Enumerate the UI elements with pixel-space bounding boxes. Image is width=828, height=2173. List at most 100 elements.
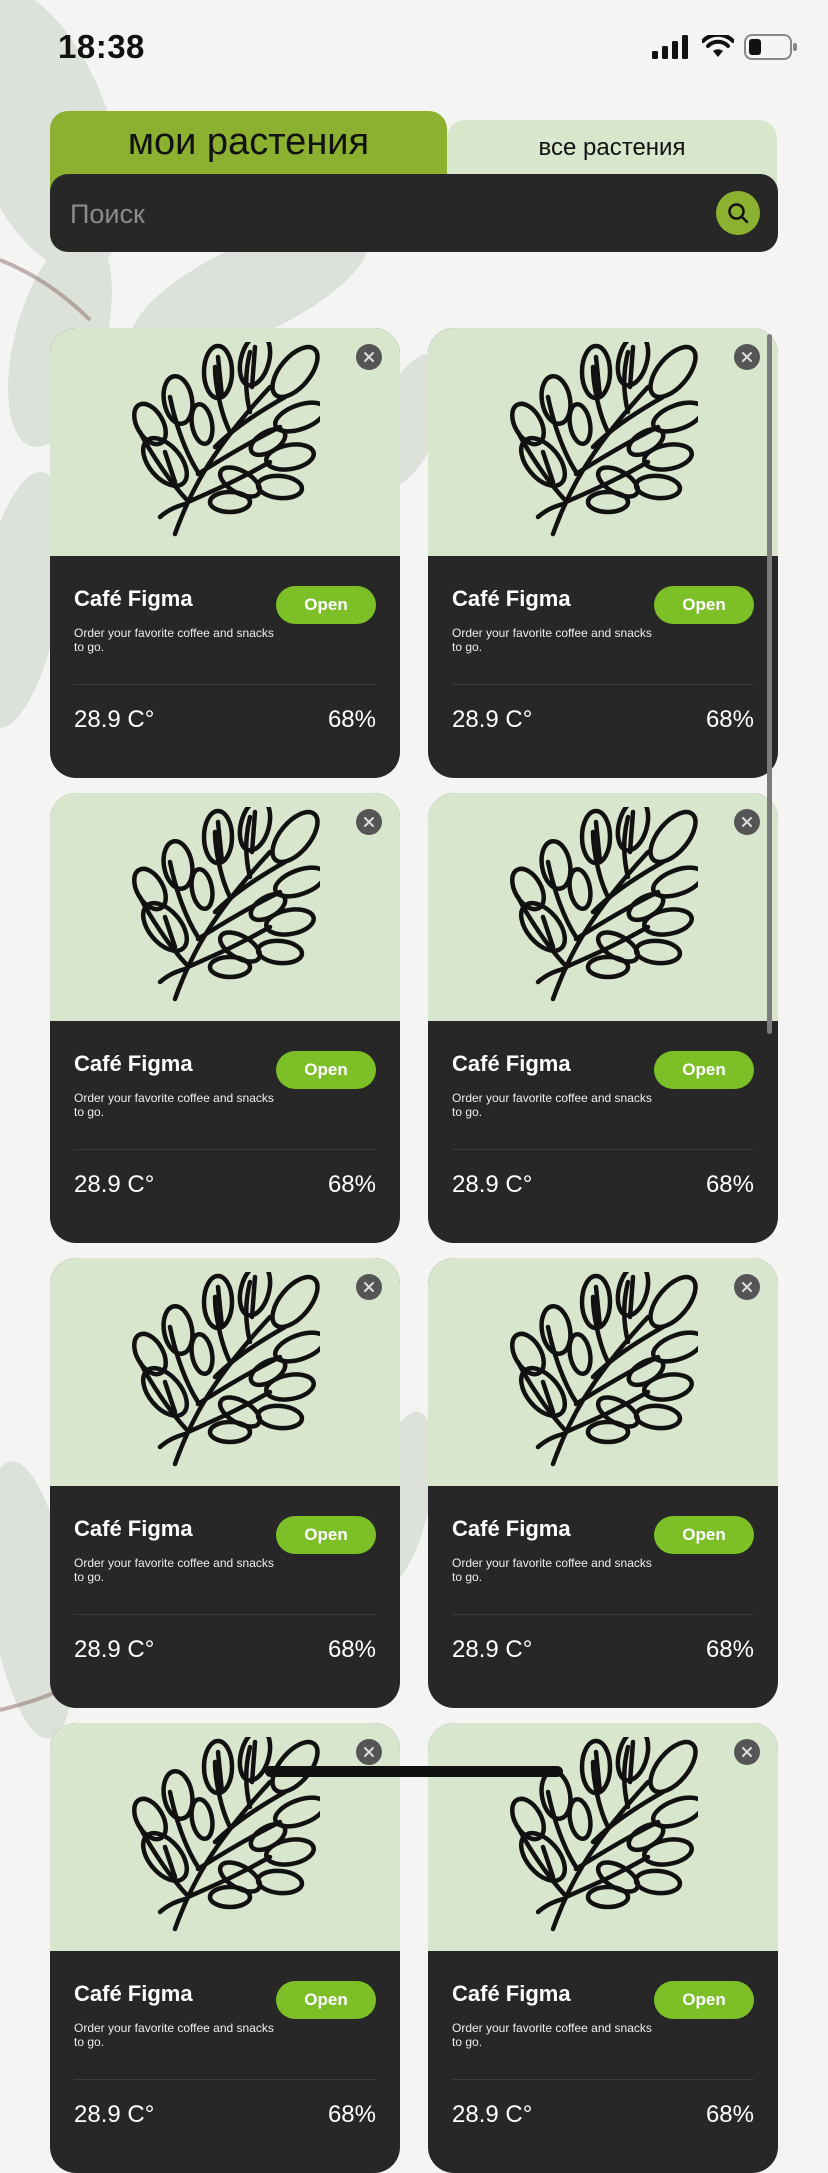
- plant-title: Café Figma: [74, 586, 193, 611]
- remove-card-button[interactable]: [734, 344, 760, 370]
- plant-title: Café Figma: [74, 1981, 193, 2006]
- tab-my-plants-label: мои растения: [127, 120, 370, 163]
- home-indicator: [265, 1766, 563, 1777]
- open-button[interactable]: Open: [276, 586, 376, 624]
- temperature-value: 28.9 C°: [452, 2101, 533, 2128]
- wifi-icon: [702, 35, 734, 57]
- humidity-value: 68%: [327, 2101, 376, 2128]
- humidity-value: 68%: [327, 706, 376, 733]
- remove-card-button[interactable]: [356, 344, 382, 370]
- humidity-value: 68%: [327, 1171, 376, 1198]
- plant-description: Order your favorite coffee and snacks to…: [452, 1556, 652, 1584]
- close-icon: [364, 1747, 374, 1757]
- remove-card-button[interactable]: [356, 1274, 382, 1300]
- plant-card-info: Café Figma Order your favorite coffee an…: [50, 556, 400, 778]
- plant-description: Order your favorite coffee and snacks to…: [74, 2021, 274, 2049]
- plant-description: Order your favorite coffee and snacks to…: [452, 2021, 652, 2049]
- search-input[interactable]: [68, 190, 672, 238]
- plant-title: Café Figma: [452, 586, 571, 611]
- plant-icon: [132, 342, 320, 537]
- card-divider: [74, 1149, 376, 1150]
- plant-description: Order your favorite coffee and snacks to…: [74, 626, 274, 654]
- temperature-value: 28.9 C°: [452, 1636, 533, 1663]
- card-divider: [74, 2079, 376, 2080]
- plants-grid: Café Figma Order your favorite coffee an…: [50, 328, 778, 2173]
- temperature-value: 28.9 C°: [74, 706, 155, 733]
- open-button[interactable]: Open: [654, 1516, 754, 1554]
- plant-image-area: [50, 1723, 400, 1951]
- humidity-value: 68%: [327, 1636, 376, 1663]
- close-icon: [742, 1747, 752, 1757]
- search-icon: [728, 203, 749, 224]
- card-divider: [452, 1614, 754, 1615]
- plant-card-7[interactable]: Café Figma Order your favorite coffee an…: [50, 1723, 400, 2173]
- plant-image-area: [428, 328, 778, 556]
- plant-icon: [132, 1272, 320, 1467]
- humidity-value: 68%: [705, 706, 754, 733]
- plant-description: Order your favorite coffee and snacks to…: [74, 1556, 274, 1584]
- temperature-value: 28.9 C°: [452, 706, 533, 733]
- close-icon: [742, 352, 752, 362]
- tab-all-plants-label: все растения: [538, 134, 686, 161]
- plant-image-area: [50, 328, 400, 556]
- plant-title: Café Figma: [452, 1051, 571, 1076]
- close-icon: [742, 1282, 752, 1292]
- card-divider: [452, 684, 754, 685]
- plant-title: Café Figma: [452, 1981, 571, 2006]
- search-button[interactable]: [716, 191, 760, 235]
- humidity-value: 68%: [705, 1171, 754, 1198]
- plant-card-1[interactable]: Café Figma Order your favorite coffee an…: [50, 328, 400, 778]
- plant-description: Order your favorite coffee and snacks to…: [452, 1091, 652, 1119]
- open-button[interactable]: Open: [276, 1051, 376, 1089]
- status-time: 18:38: [58, 28, 145, 65]
- plant-icon: [132, 807, 320, 1002]
- signal-icon: [652, 35, 688, 59]
- search-bar: [50, 174, 778, 252]
- temperature-value: 28.9 C°: [452, 1171, 533, 1198]
- scrollbar[interactable]: [767, 334, 772, 1034]
- plant-card-info: Café Figma Order your favorite coffee an…: [428, 1951, 778, 2173]
- remove-card-button[interactable]: [734, 1274, 760, 1300]
- status-icons: [652, 34, 798, 60]
- plant-icon: [510, 1272, 698, 1467]
- plant-card-info: Café Figma Order your favorite coffee an…: [50, 1021, 400, 1243]
- plant-title: Café Figma: [74, 1516, 193, 1541]
- plant-card-info: Café Figma Order your favorite coffee an…: [50, 1951, 400, 2173]
- plant-card-2[interactable]: Café Figma Order your favorite coffee an…: [428, 328, 778, 778]
- plant-card-5[interactable]: Café Figma Order your favorite coffee an…: [50, 1258, 400, 1708]
- card-divider: [74, 684, 376, 685]
- remove-card-button[interactable]: [734, 809, 760, 835]
- plant-image-area: [428, 793, 778, 1021]
- plant-card-info: Café Figma Order your favorite coffee an…: [428, 1486, 778, 1708]
- card-divider: [74, 1614, 376, 1615]
- plant-card-info: Café Figma Order your favorite coffee an…: [428, 556, 778, 778]
- open-button[interactable]: Open: [654, 1981, 754, 2019]
- status-bar: 18:38: [0, 0, 828, 100]
- remove-card-button[interactable]: [356, 1739, 382, 1765]
- remove-card-button[interactable]: [734, 1739, 760, 1765]
- plant-description: Order your favorite coffee and snacks to…: [74, 1091, 274, 1119]
- plant-image-area: [50, 1258, 400, 1486]
- humidity-value: 68%: [705, 1636, 754, 1663]
- close-icon: [742, 817, 752, 827]
- temperature-value: 28.9 C°: [74, 1636, 155, 1663]
- open-button[interactable]: Open: [654, 1051, 754, 1089]
- remove-card-button[interactable]: [356, 809, 382, 835]
- open-button[interactable]: Open: [276, 1516, 376, 1554]
- battery-icon: [744, 34, 797, 60]
- plant-card-info: Café Figma Order your favorite coffee an…: [50, 1486, 400, 1708]
- plant-card-4[interactable]: Café Figma Order your favorite coffee an…: [428, 793, 778, 1243]
- plant-icon: [510, 807, 698, 1002]
- plant-card-3[interactable]: Café Figma Order your favorite coffee an…: [50, 793, 400, 1243]
- plant-card-8[interactable]: Café Figma Order your favorite coffee an…: [428, 1723, 778, 2173]
- card-divider: [452, 1149, 754, 1150]
- plant-card-6[interactable]: Café Figma Order your favorite coffee an…: [428, 1258, 778, 1708]
- close-icon: [364, 352, 374, 362]
- plant-card-info: Café Figma Order your favorite coffee an…: [428, 1021, 778, 1243]
- temperature-value: 28.9 C°: [74, 2101, 155, 2128]
- open-button[interactable]: Open: [276, 1981, 376, 2019]
- close-icon: [364, 1282, 374, 1292]
- open-button[interactable]: Open: [654, 586, 754, 624]
- temperature-value: 28.9 C°: [74, 1171, 155, 1198]
- plant-description: Order your favorite coffee and snacks to…: [452, 626, 652, 654]
